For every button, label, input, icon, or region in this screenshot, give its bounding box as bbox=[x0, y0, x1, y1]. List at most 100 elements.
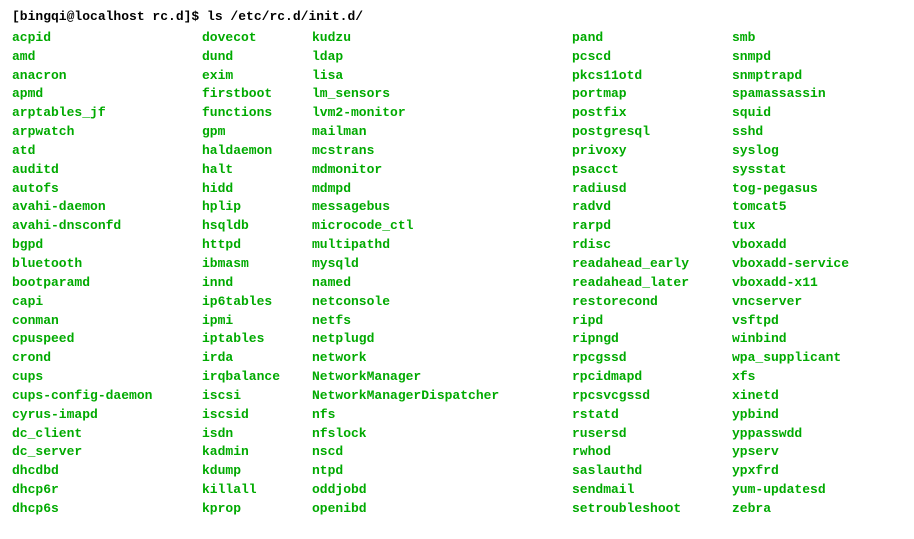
file-entry: hsqldb bbox=[202, 217, 312, 236]
file-entry: xfs bbox=[732, 368, 849, 387]
directory-listing: acpidamdanacronapmdarptables_jfarpwatcha… bbox=[12, 29, 902, 519]
file-entry: squid bbox=[732, 104, 849, 123]
file-entry: dc_client bbox=[12, 425, 202, 444]
file-entry: cups-config-daemon bbox=[12, 387, 202, 406]
file-entry: ipmi bbox=[202, 312, 312, 331]
file-entry: apmd bbox=[12, 85, 202, 104]
file-entry: amd bbox=[12, 48, 202, 67]
file-entry: autofs bbox=[12, 180, 202, 199]
file-entry: restorecond bbox=[572, 293, 732, 312]
listing-column-1: acpidamdanacronapmdarptables_jfarpwatcha… bbox=[12, 29, 202, 519]
file-entry: dund bbox=[202, 48, 312, 67]
file-entry: setroubleshoot bbox=[572, 500, 732, 519]
file-entry: ypserv bbox=[732, 443, 849, 462]
file-entry: arpwatch bbox=[12, 123, 202, 142]
file-entry: postfix bbox=[572, 104, 732, 123]
file-entry: ypxfrd bbox=[732, 462, 849, 481]
file-entry: spamassassin bbox=[732, 85, 849, 104]
file-entry: zebra bbox=[732, 500, 849, 519]
file-entry: ypbind bbox=[732, 406, 849, 425]
file-entry: NetworkManager bbox=[312, 368, 572, 387]
file-entry: nscd bbox=[312, 443, 572, 462]
file-entry: saslauthd bbox=[572, 462, 732, 481]
file-entry: vncserver bbox=[732, 293, 849, 312]
file-entry: ntpd bbox=[312, 462, 572, 481]
file-entry: snmpd bbox=[732, 48, 849, 67]
file-entry: dhcp6s bbox=[12, 500, 202, 519]
file-entry: yppasswdd bbox=[732, 425, 849, 444]
file-entry: irda bbox=[202, 349, 312, 368]
file-entry: lisa bbox=[312, 67, 572, 86]
file-entry: kudzu bbox=[312, 29, 572, 48]
file-entry: nfslock bbox=[312, 425, 572, 444]
file-entry: sshd bbox=[732, 123, 849, 142]
file-entry: ibmasm bbox=[202, 255, 312, 274]
file-entry: mdmonitor bbox=[312, 161, 572, 180]
file-entry: dovecot bbox=[202, 29, 312, 48]
file-entry: hidd bbox=[202, 180, 312, 199]
file-entry: rpcidmapd bbox=[572, 368, 732, 387]
file-entry: xinetd bbox=[732, 387, 849, 406]
file-entry: iptables bbox=[202, 330, 312, 349]
file-entry: avahi-daemon bbox=[12, 198, 202, 217]
file-entry: auditd bbox=[12, 161, 202, 180]
file-entry: lm_sensors bbox=[312, 85, 572, 104]
file-entry: sendmail bbox=[572, 481, 732, 500]
file-entry: conman bbox=[12, 312, 202, 331]
file-entry: messagebus bbox=[312, 198, 572, 217]
file-entry: rstatd bbox=[572, 406, 732, 425]
shell-prompt: [bingqi@localhost rc.d]$ ls /etc/rc.d/in… bbox=[12, 8, 902, 27]
file-entry: hplip bbox=[202, 198, 312, 217]
file-entry: dhcp6r bbox=[12, 481, 202, 500]
file-entry: tog-pegasus bbox=[732, 180, 849, 199]
file-entry: acpid bbox=[12, 29, 202, 48]
file-entry: avahi-dnsconfd bbox=[12, 217, 202, 236]
file-entry: mysqld bbox=[312, 255, 572, 274]
file-entry: rarpd bbox=[572, 217, 732, 236]
file-entry: multipathd bbox=[312, 236, 572, 255]
file-entry: nfs bbox=[312, 406, 572, 425]
file-entry: network bbox=[312, 349, 572, 368]
file-entry: netfs bbox=[312, 312, 572, 331]
file-entry: kdump bbox=[202, 462, 312, 481]
file-entry: bluetooth bbox=[12, 255, 202, 274]
file-entry: anacron bbox=[12, 67, 202, 86]
file-entry: functions bbox=[202, 104, 312, 123]
file-entry: snmptrapd bbox=[732, 67, 849, 86]
file-entry: microcode_ctl bbox=[312, 217, 572, 236]
file-entry: pcscd bbox=[572, 48, 732, 67]
file-entry: innd bbox=[202, 274, 312, 293]
file-entry: mcstrans bbox=[312, 142, 572, 161]
file-entry: bgpd bbox=[12, 236, 202, 255]
file-entry: portmap bbox=[572, 85, 732, 104]
file-entry: NetworkManagerDispatcher bbox=[312, 387, 572, 406]
file-entry: netconsole bbox=[312, 293, 572, 312]
file-entry: ldap bbox=[312, 48, 572, 67]
file-entry: cyrus-imapd bbox=[12, 406, 202, 425]
file-entry: readahead_early bbox=[572, 255, 732, 274]
file-entry: readahead_later bbox=[572, 274, 732, 293]
file-entry: oddjobd bbox=[312, 481, 572, 500]
file-entry: kprop bbox=[202, 500, 312, 519]
file-entry: tux bbox=[732, 217, 849, 236]
file-entry: iscsid bbox=[202, 406, 312, 425]
file-entry: kadmin bbox=[202, 443, 312, 462]
file-entry: wpa_supplicant bbox=[732, 349, 849, 368]
file-entry: crond bbox=[12, 349, 202, 368]
file-entry: yum-updatesd bbox=[732, 481, 849, 500]
file-entry: gpm bbox=[202, 123, 312, 142]
file-entry: haldaemon bbox=[202, 142, 312, 161]
file-entry: atd bbox=[12, 142, 202, 161]
file-entry: vsftpd bbox=[732, 312, 849, 331]
file-entry: lvm2-monitor bbox=[312, 104, 572, 123]
file-entry: rwhod bbox=[572, 443, 732, 462]
file-entry: vboxadd-service bbox=[732, 255, 849, 274]
file-entry: pkcs11otd bbox=[572, 67, 732, 86]
file-entry: bootparamd bbox=[12, 274, 202, 293]
file-entry: cups bbox=[12, 368, 202, 387]
file-entry: ip6tables bbox=[202, 293, 312, 312]
file-entry: smb bbox=[732, 29, 849, 48]
file-entry: radvd bbox=[572, 198, 732, 217]
file-entry: rdisc bbox=[572, 236, 732, 255]
file-entry: vboxadd-x11 bbox=[732, 274, 849, 293]
